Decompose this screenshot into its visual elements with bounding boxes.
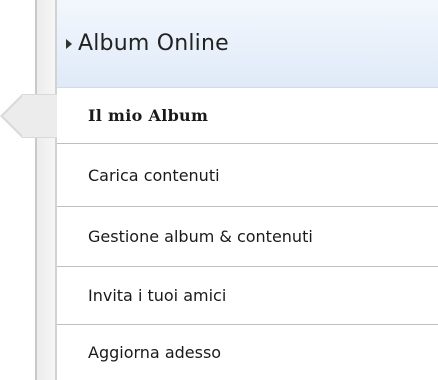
menu-item-carica-contenuti[interactable]: Carica contenuti [57,144,438,207]
menu-item-aggiorna-adesso[interactable]: Aggiorna adesso [57,325,438,380]
menu-item-invita-amici[interactable]: Invita i tuoi amici [57,267,438,325]
menu-header-album-online[interactable]: Album Online [57,0,438,88]
left-gutter [0,0,35,380]
menu-item-il-mio-album[interactable]: Il mio Album [57,88,438,144]
menu-item-label: Carica contenuti [88,165,220,185]
album-navigation-panel: Album Online Il mio Album Carica contenu… [0,0,438,380]
gutter-strip [37,0,55,380]
sidebar-menu: Album Online Il mio Album Carica contenu… [57,0,438,380]
active-indicator-arrow-fill [3,97,22,135]
triangle-right-icon [66,38,72,49]
menu-item-label: Il mio Album [88,106,209,125]
active-indicator-band [22,94,57,138]
menu-item-gestione-album[interactable]: Gestione album & contenuti [57,207,438,267]
menu-item-label: Gestione album & contenuti [88,227,313,246]
menu-header-title: Album Online [78,31,229,56]
menu-item-label: Invita i tuoi amici [88,286,227,305]
menu-item-label: Aggiorna adesso [88,343,222,362]
